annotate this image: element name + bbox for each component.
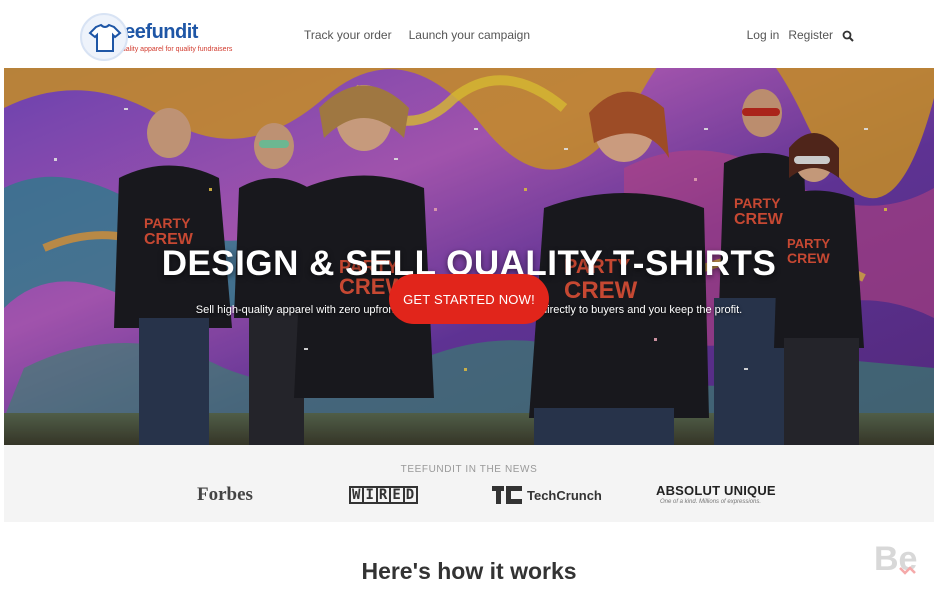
brand-tagline: quality apparel for quality fundraisers: [118, 45, 233, 53]
page: teefundit quality apparel for quality fu…: [0, 0, 938, 600]
nav-track-order[interactable]: Track your order: [304, 28, 392, 42]
logo-text: teefundit quality apparel for quality fu…: [118, 22, 232, 53]
absolut-unique-logo: ABSOLUT UNIQUE One of a kind. Millions o…: [656, 483, 776, 507]
absolut-main-text: ABSOLUT UNIQUE: [656, 483, 776, 498]
behance-badge-icon: Be: [872, 540, 924, 580]
teefundit-logo[interactable]: teefundit quality apparel for quality fu…: [80, 12, 250, 62]
nav-launch-campaign[interactable]: Launch your campaign: [409, 28, 530, 42]
press-title: TEEFUNDIT IN THE NEWS: [400, 464, 538, 475]
how-it-works-heading: Here's how it works: [361, 558, 577, 584]
search-icon[interactable]: [842, 30, 854, 42]
behance-badge-text: Be: [874, 540, 917, 578]
absolut-tagline: One of a kind. Millions of expressions.: [660, 499, 762, 505]
wired-logo: W I R E D: [349, 483, 419, 507]
brand-name: teefundit: [118, 20, 198, 43]
account-nav: Log in Register: [747, 28, 854, 42]
register-link[interactable]: Register: [788, 28, 833, 42]
wired-letter-d: D: [402, 486, 419, 504]
site-header: teefundit quality apparel for quality fu…: [0, 0, 938, 68]
techcrunch-mark-icon: [492, 486, 522, 504]
techcrunch-name: TechCrunch: [527, 487, 602, 503]
primary-nav: Track your order Launch your campaign: [304, 28, 530, 42]
login-link[interactable]: Log in: [747, 28, 780, 42]
tshirt-logo-icon: [80, 13, 128, 61]
press-section: TEEFUNDIT IN THE NEWS Forbes W I R E D T…: [4, 445, 934, 522]
forbes-logo: Forbes: [197, 484, 253, 505]
hero-banner: PARTY CREW PARTY CREW PARTY CREW PARTY C…: [4, 68, 934, 445]
techcrunch-logo: TechCrunch: [492, 483, 602, 507]
get-started-button[interactable]: GET STARTED NOW!: [389, 274, 549, 324]
